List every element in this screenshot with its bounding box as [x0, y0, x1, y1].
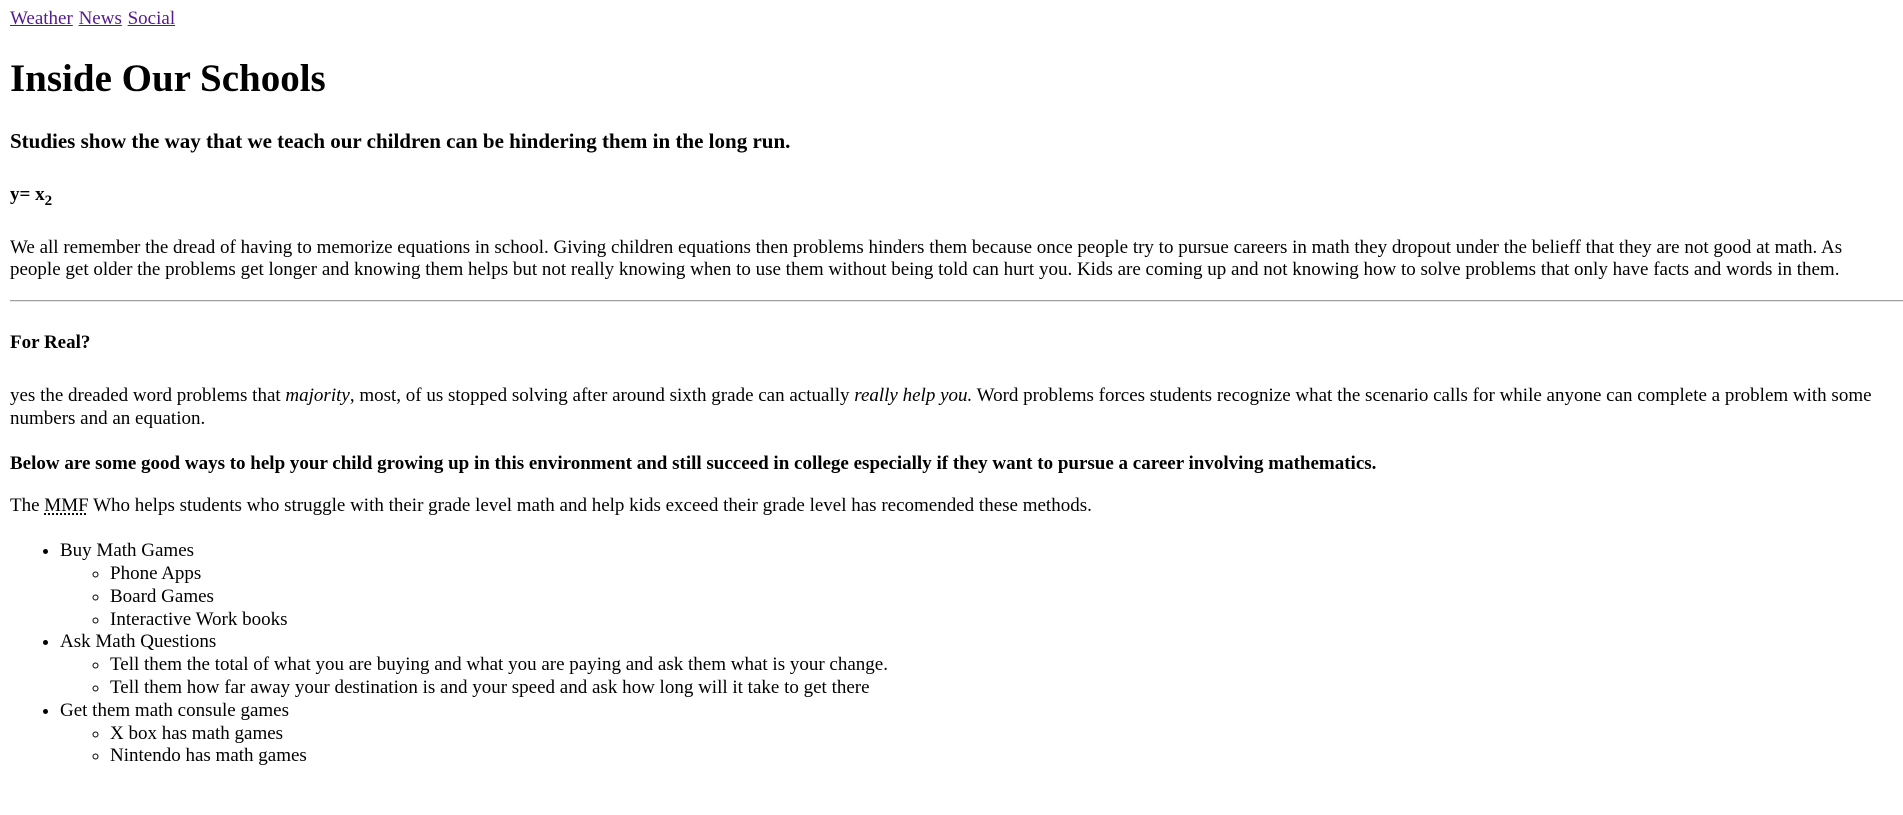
list-item: Interactive Work books — [110, 609, 1893, 632]
list-item: Nintendo has math games — [110, 745, 1893, 768]
equation-heading: y= x2 — [10, 183, 1893, 209]
nav-link-social[interactable]: Social — [128, 8, 176, 29]
mmf-paragraph: The MMF Who helps students who struggle … — [10, 495, 1893, 518]
tips-heading: Below are some good ways to help your ch… — [10, 452, 1377, 474]
section-divider — [10, 300, 1903, 303]
intro-paragraph: We all remember the dread of having to m… — [10, 236, 1843, 281]
equation-base: y= x — [10, 183, 45, 205]
method-sublist: Phone Apps Board Games Interactive Work … — [60, 563, 1893, 631]
method-sublist: X box has math games Nintendo has math g… — [60, 723, 1893, 769]
emphasis-really-help: really help you. — [854, 384, 973, 406]
methods-list: Buy Math Games Phone Apps Board Games In… — [10, 540, 1893, 768]
method-label: Get them math consule games — [60, 699, 289, 721]
top-nav: Weather News Social — [10, 8, 1893, 31]
article-subtitle: Studies show the way that we teach our c… — [10, 128, 791, 153]
list-item: Phone Apps — [110, 563, 1893, 586]
word-problems-paragraph: yes the dreaded word problems that major… — [10, 385, 1893, 431]
method-item-ask-questions: Ask Math Questions Tell them the total o… — [60, 631, 1893, 699]
list-item: Tell them the total of what you are buyi… — [110, 654, 1893, 677]
method-label: Buy Math Games — [60, 540, 195, 562]
mmf-text-before: The — [10, 495, 45, 517]
method-label: Ask Math Questions — [60, 631, 217, 653]
method-item-console-games: Get them math consule games X box has ma… — [60, 700, 1893, 768]
word-problems-text-1: yes the dreaded word problems that — [10, 384, 286, 406]
emphasis-majority: majority — [285, 384, 350, 406]
mmf-abbreviation: MMF — [44, 495, 89, 517]
list-item: X box has math games — [110, 723, 1893, 746]
nav-link-news[interactable]: News — [79, 8, 122, 29]
nav-link-weather[interactable]: Weather — [10, 8, 73, 29]
method-sublist: Tell them the total of what you are buyi… — [60, 654, 1893, 700]
list-item: Board Games — [110, 586, 1893, 609]
section-heading: For Real? — [10, 332, 91, 354]
method-item-buy-games: Buy Math Games Phone Apps Board Games In… — [60, 540, 1893, 631]
list-item: Tell them how far away your destination … — [110, 677, 1893, 700]
word-problems-text-2: , most, of us stopped solving after arou… — [349, 384, 855, 406]
equation-subscript: 2 — [44, 192, 53, 209]
mmf-text-after: Who helps students who struggle with the… — [88, 495, 1092, 517]
page-title: Inside Our Schools — [10, 56, 326, 100]
